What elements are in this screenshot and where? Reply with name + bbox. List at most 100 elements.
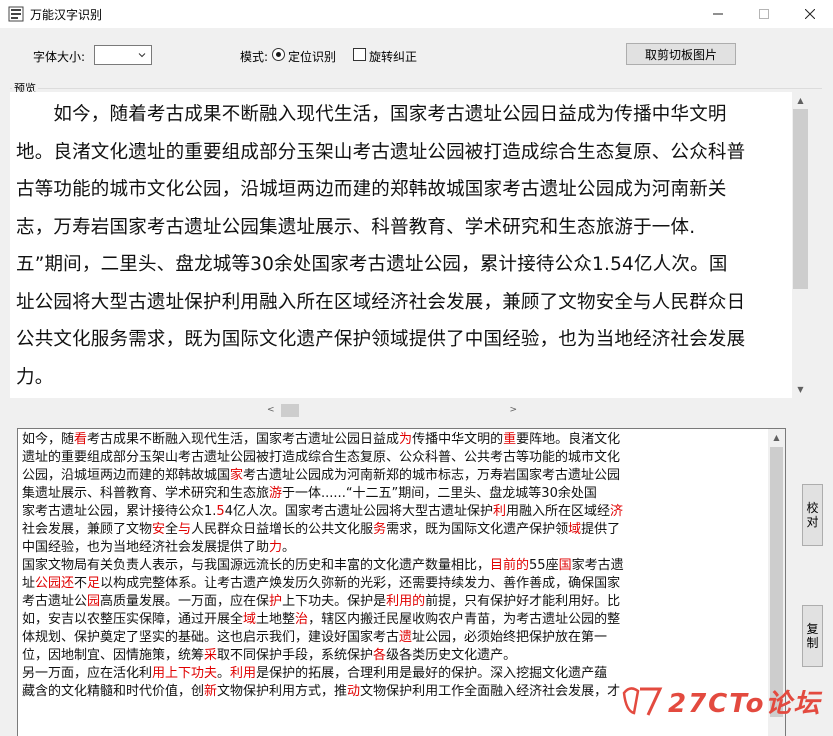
result-text-segment: 国家文物局有关负责人表示，与我国源远流长的历史和丰富的文化遗产数量相比， [22, 558, 491, 573]
result-text-segment: 要阵地。良渚文化 [516, 432, 621, 447]
copy-button[interactable]: 复 制 [802, 605, 823, 667]
result-text-segment: 址 [22, 576, 36, 591]
rotate-label: 旋转纠正 [369, 50, 418, 64]
highlighted-char: 采 [204, 648, 218, 663]
mode-radio-locate[interactable] [272, 48, 285, 61]
result-text-segment: 取不同保护手段，系统保护 [217, 648, 374, 663]
scroll-thumb[interactable] [770, 447, 783, 717]
highlighted-char: 力 [269, 540, 283, 555]
highlighted-char: 重 [503, 432, 517, 447]
result-text-segment: 。 [282, 540, 296, 555]
result-text-segment: 社会发展，兼顾了文物 [22, 522, 153, 537]
highlighted-char: 看 [74, 432, 88, 447]
result-text-line: 家考古遗址公园，累计接待公众1.54亿人次。国家考古遗址公园将大型古遗址保护利用… [22, 503, 760, 521]
result-text-line: 社会发展，兼顾了文物安全与人民群众日益增长的公共文化服务需求，既为国际文化遗产保… [22, 521, 760, 539]
highlighted-char: 新 [204, 684, 218, 699]
result-text-line: 体规划、保护奠定了坚实的基础。这也启示我们，建设好国家考古遗址公园，必须始终把保… [22, 629, 760, 647]
app-icon [8, 6, 24, 22]
highlighted-char: 公园还 [35, 576, 75, 591]
maximize-button[interactable] [741, 0, 787, 28]
result-text-line: 集遗址展示、科普教育、学术研究和生态旅游于一体......“十二五”期间，二里头… [22, 485, 760, 503]
scroll-down-icon[interactable]: ▼ [792, 381, 809, 398]
highlighted-char: 为 [399, 432, 413, 447]
highlighted-char: 用上下功夫 [152, 666, 218, 681]
highlighted-char: 家 [230, 468, 244, 483]
result-text-segment: 是保护的拓展，合理利用是最好的保护。深入挖掘文化遗产蕴 [256, 666, 608, 681]
result-text-segment: 55座 [529, 558, 559, 573]
preview-text-line: 力。 [16, 366, 54, 388]
scroll-thumb[interactable] [793, 109, 808, 289]
highlighted-char: 利用的 [386, 594, 426, 609]
ocr-result-text: 如今，随看考古成果不断融入现代生活，国家考古遗址公园日益成为传播中华文明的重要阵… [22, 431, 760, 701]
highlighted-char: 与 [178, 522, 192, 537]
result-text-segment: 中国经验，也为当地经济社会发展提供了助 [22, 540, 270, 555]
result-text-line: 位，因地制宜、因情施策，统筹采取不同保护手段，系统保护各级各类历史文化遗产。 [22, 647, 760, 665]
result-text-segment: 传播中华文明的 [412, 432, 504, 447]
highlighted-char: 济 [610, 504, 624, 519]
result-text-segment: 4亿人次。国家考古遗址公园将大型古遗址保护 [224, 504, 493, 519]
scroll-up-icon[interactable]: ▲ [768, 429, 785, 446]
result-text-segment: 土地整 [256, 612, 296, 627]
highlighted-char: 域 [568, 522, 582, 537]
result-text-segment: 藏含的文化精髓和时代价值，创 [22, 684, 205, 699]
result-text-segment: 需求，既为国际文化遗产保护领 [386, 522, 569, 537]
scroll-right-icon[interactable]: > [509, 405, 517, 415]
result-text-segment: 位，因地制宜、因情施策，统筹 [22, 648, 205, 663]
result-text-segment: 用融入所在区域经 [505, 504, 610, 519]
result-text-segment: 如今，随 [22, 432, 75, 447]
preview-text-line: 地。良渚文化遗址的重要组成部分玉架山考古遗址公园被打造成综合生态复原、公众科普 [16, 141, 746, 163]
highlighted-char: 安 [152, 522, 166, 537]
result-text-segment: 于一体......“十二五”期间，二里头、盘龙城等30余处国 [282, 486, 597, 501]
proofread-button[interactable]: 校 对 [802, 484, 823, 546]
app-window: 万能汉字识别 字体大小: 模式: 定位识别 旋转纠正 取剪切板图片 预览 如今，… [0, 0, 833, 736]
result-text-segment: 人民群众日益增长的公共文化服 [191, 522, 374, 537]
highlighted-char: 利 [492, 504, 506, 519]
highlighted-char: 利用 [230, 666, 257, 681]
font-size-select[interactable] [94, 45, 152, 65]
preview-vertical-scrollbar[interactable]: ▲ ▼ [792, 92, 809, 398]
result-text-segment: 全 [165, 522, 179, 537]
font-size-label: 字体大小: [33, 50, 86, 64]
scroll-up-icon[interactable]: ▲ [792, 92, 809, 109]
highlighted-char: 遗 [399, 630, 413, 645]
highlighted-char: 治 [295, 612, 309, 627]
minimize-button[interactable] [695, 0, 741, 28]
result-text-segment: 高质量发展。一万面，应在保 [100, 594, 270, 609]
preview-text-line: 五”期间，二里头、盘龙城等30余处国家考古遗址公园，累计接待公众1.54亿人次。… [16, 254, 728, 275]
highlighted-char: 各 [373, 648, 387, 663]
result-text-line: 址公园还不足以构成完整体系。让考古遗产焕发历久弥新的光彩，还需要持续发力、善作善… [22, 575, 760, 593]
highlighted-char: 5 [216, 504, 225, 519]
result-text-segment: 如，安吉以农整压实保障，通过开展全 [22, 612, 244, 627]
preview-horizontal-scrollbar[interactable]: < > [264, 402, 520, 419]
preview-group-border [10, 88, 822, 89]
scroll-left-icon[interactable]: < [267, 405, 275, 415]
close-button[interactable] [787, 0, 833, 28]
watermark-logo-icon [622, 687, 663, 716]
result-text-segment: 公园，沿城垣两边而建的郑韩故城国 [22, 468, 231, 483]
result-text-segment: 家考古遗址公园，累计接待公众1. [22, 504, 217, 519]
watermark-text: 27CTo论坛 [668, 689, 822, 719]
highlighted-char: 游 [269, 486, 283, 501]
minimize-icon [713, 13, 723, 15]
mode-option-label: 定位识别 [288, 50, 337, 64]
result-text-line: 公园，沿城垣两边而建的郑韩故城国家考古遗址公园成为河南新郑的城市标志，万寿岩国家… [22, 467, 760, 485]
result-text-segment: 遗址的重要组成部分玉架山考古遗址公园被打造成综合生态复原、公众科普、公共考古等功… [22, 450, 621, 465]
paste-clipboard-image-button[interactable]: 取剪切板图片 [626, 43, 736, 65]
scroll-thumb[interactable] [281, 404, 299, 417]
result-text-segment: 考古成果不断融入现代生活，国家考古遗址公园日益成 [87, 432, 400, 447]
preview-text-line: 址公园将大型古遗址保护利用融入所在区域经济社会发展，兼顾了文物安全与人民群众日 [16, 291, 746, 313]
result-text-segment: 级各类历史文化遗产。 [386, 648, 517, 663]
preview-image: 如今，随着考古成果不断融入现代生活，国家考古遗址公园日益成为传播中华文明 地。良渚… [10, 92, 792, 398]
result-text-segment: 不 [74, 576, 88, 591]
highlighted-char: 目前的 [490, 558, 530, 573]
result-text-line: 如，安吉以农整压实保障，通过开展全域土地整治，辖区内搬迁民屋收购农户青苗，为考古… [22, 611, 760, 629]
result-text-line: 遗址的重要组成部分玉架山考古遗址公园被打造成综合生态复原、公众科普、公共考古等功… [22, 449, 760, 467]
result-text-segment: 提供了 [581, 522, 621, 537]
result-text-segment: 。 [217, 666, 231, 681]
rotate-checkbox[interactable] [353, 48, 366, 61]
chevron-down-icon [138, 53, 146, 58]
result-text-segment: 考古遗址公园成为河南新郑的城市标志，万寿岩国家考古遗址公园 [243, 468, 621, 483]
highlighted-char: 动 [347, 684, 361, 699]
preview-text-line: 古等功能的城市文化公园，沿城垣两边而建的郑韩故城国家考古遗址公园成为河南新关 [16, 179, 727, 200]
result-text-line: 考古遗址公园高质量发展。一万面，应在保护上下功夫。保护是利用的前提，只有保护好才… [22, 593, 760, 611]
